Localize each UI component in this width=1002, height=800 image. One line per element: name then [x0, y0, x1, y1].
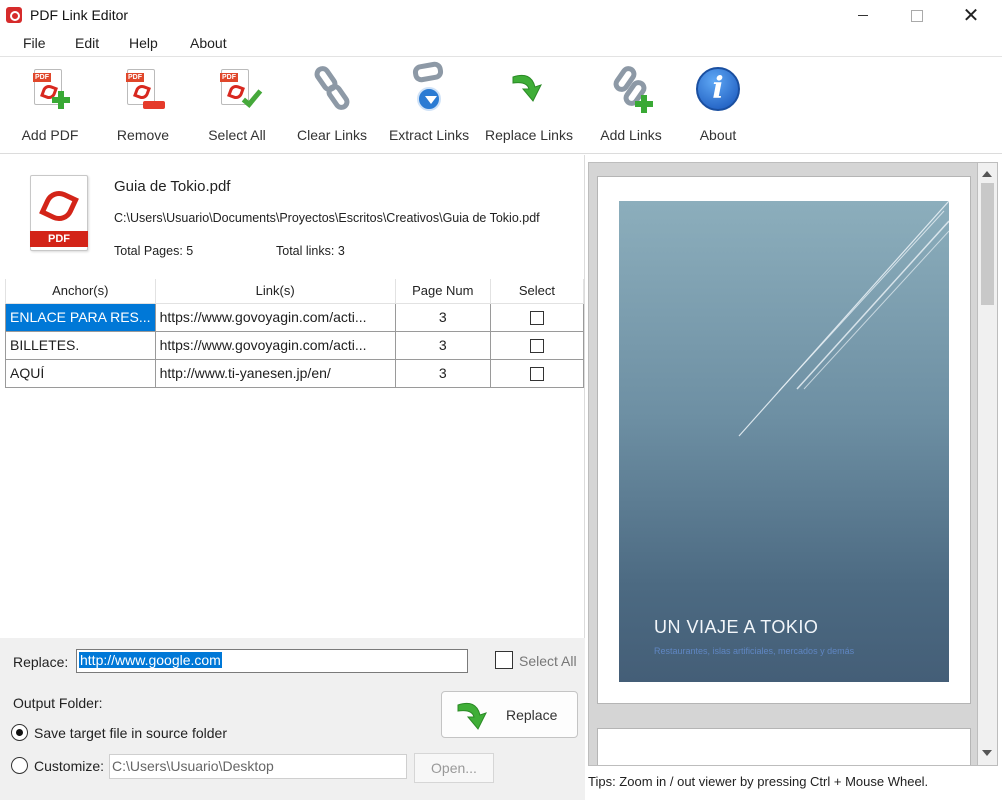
menu-bar: File Edit Help About	[0, 31, 1002, 56]
select-cell	[489, 358, 585, 388]
row-select-checkbox[interactable]	[529, 311, 544, 326]
scroll-up-arrow-icon[interactable]	[982, 171, 992, 177]
page-cell: 3	[394, 358, 491, 388]
pdf-file-icon: PDF	[30, 175, 92, 253]
select-all-checkbox-label[interactable]: Select All	[519, 653, 577, 669]
clear-links-label: Clear Links	[296, 127, 368, 143]
select-all-button[interactable]: PDF Select All	[208, 63, 266, 149]
link-cell[interactable]: http://www.ti-yanesen.jp/en/	[154, 358, 396, 388]
remove-pdf-icon: PDF	[117, 63, 169, 115]
file-path: C:\Users\Usuario\Documents\Proyectos\Esc…	[114, 211, 540, 225]
preview-scrollbar[interactable]	[978, 162, 998, 766]
replace-arrow-icon	[454, 695, 498, 735]
table-header: Anchor(s) Link(s) Page Num Select	[5, 279, 585, 304]
total-links: Total links: 3	[276, 244, 345, 258]
menu-help[interactable]: Help	[129, 35, 158, 51]
total-pages: Total Pages: 5	[114, 244, 194, 258]
link-cell[interactable]: https://www.govoyagin.com/acti...	[154, 302, 396, 332]
extract-links-button[interactable]: Extract Links	[388, 60, 470, 149]
replace-links-label: Replace Links	[485, 127, 573, 143]
remove-label: Remove	[116, 127, 170, 143]
select-cell	[489, 302, 585, 332]
pdf-preview[interactable]: UN VIAJE A TOKIO Restaurantes, islas art…	[588, 162, 978, 766]
replace-url-value: http://www.google.com	[79, 652, 222, 668]
replace-links-button[interactable]: Replace Links	[485, 63, 573, 149]
info-icon: i	[692, 63, 744, 115]
anchor-cell[interactable]: BILLETES.	[5, 330, 156, 360]
file-panel: PDF Guia de Tokio.pdf C:\Users\Usuario\D…	[0, 155, 585, 638]
add-pdf-icon: PDF	[24, 63, 76, 115]
maximize-button[interactable]	[894, 0, 940, 31]
column-header-page[interactable]: Page Num	[394, 279, 491, 304]
clear-links-button[interactable]: Clear Links	[296, 62, 368, 149]
toolbar: PDF Add PDF PDF Remove PDF Select All Cl…	[0, 56, 1002, 154]
about-label: About	[699, 127, 737, 143]
row-select-checkbox[interactable]	[529, 367, 544, 382]
link-cell[interactable]: https://www.govoyagin.com/acti...	[154, 330, 396, 360]
anchor-cell[interactable]: AQUÍ	[5, 358, 156, 388]
cover-subtitle: Restaurantes, islas artificiales, mercad…	[654, 646, 855, 656]
minimize-button[interactable]	[840, 0, 886, 31]
cover-image: UN VIAJE A TOKIO Restaurantes, islas art…	[619, 201, 949, 682]
replace-button[interactable]: Replace	[441, 691, 578, 738]
remove-button[interactable]: PDF Remove	[115, 63, 171, 149]
table-row[interactable]: ENLACE PARA RES... https://www.govoyagin…	[5, 302, 585, 332]
extract-links-icon	[403, 60, 455, 115]
cover-title: UN VIAJE A TOKIO	[654, 617, 819, 637]
replace-button-label: Replace	[506, 706, 558, 723]
select-cell	[489, 330, 585, 360]
replace-url-input[interactable]: http://www.google.com	[76, 649, 468, 673]
page-cell: 3	[394, 330, 491, 360]
clear-links-icon	[306, 62, 358, 115]
select-all-icon: PDF	[211, 63, 263, 115]
about-button[interactable]: i About	[692, 63, 744, 149]
menu-about[interactable]: About	[190, 35, 227, 51]
menu-file[interactable]: File	[23, 35, 46, 51]
options-panel: Replace: http://www.google.com Select Al…	[0, 638, 585, 800]
title-bar: PDF Link Editor ✕	[0, 0, 1002, 31]
replace-links-icon	[503, 63, 555, 115]
file-name: Guia de Tokio.pdf	[114, 178, 231, 195]
app-logo-icon	[6, 7, 22, 23]
preview-next-page	[597, 728, 971, 765]
open-folder-button[interactable]: Open...	[414, 753, 494, 783]
select-all-checkbox[interactable]	[495, 651, 513, 669]
add-pdf-label: Add PDF	[21, 127, 79, 143]
table-row[interactable]: BILLETES. https://www.govoyagin.com/acti…	[5, 330, 585, 360]
add-links-label: Add Links	[600, 127, 662, 143]
output-folder-label: Output Folder:	[13, 695, 103, 711]
add-pdf-button[interactable]: PDF Add PDF	[22, 63, 78, 149]
links-table: Anchor(s) Link(s) Page Num Select ENLACE…	[5, 279, 585, 388]
column-header-anchor[interactable]: Anchor(s)	[5, 279, 156, 304]
add-links-icon	[605, 62, 657, 115]
source-folder-radio-label[interactable]: Save target file in source folder	[34, 725, 227, 741]
anchor-cell[interactable]: ENLACE PARA RES...	[5, 302, 156, 332]
source-folder-radio[interactable]	[11, 724, 28, 741]
scroll-thumb[interactable]	[981, 183, 994, 305]
add-links-button[interactable]: Add Links	[599, 62, 663, 149]
customize-radio[interactable]	[11, 757, 28, 774]
select-all-label: Select All	[208, 127, 266, 143]
page-cell: 3	[394, 302, 491, 332]
preview-page: UN VIAJE A TOKIO Restaurantes, islas art…	[597, 176, 971, 704]
custom-folder-input[interactable]: C:\Users\Usuario\Desktop	[109, 754, 407, 779]
column-header-link[interactable]: Link(s)	[154, 279, 396, 304]
column-header-select[interactable]: Select	[489, 279, 585, 304]
scroll-down-arrow-icon[interactable]	[982, 750, 992, 756]
menu-edit[interactable]: Edit	[75, 35, 99, 51]
row-select-checkbox[interactable]	[529, 339, 544, 354]
tips-text: Tips: Zoom in / out viewer by pressing C…	[588, 774, 929, 789]
customize-radio-label[interactable]: Customize:	[34, 758, 104, 774]
extract-links-label: Extract Links	[388, 127, 470, 143]
replace-label: Replace:	[13, 654, 69, 670]
table-row[interactable]: AQUÍ http://www.ti-yanesen.jp/en/ 3	[5, 358, 585, 388]
window-title: PDF Link Editor	[30, 7, 129, 23]
close-button[interactable]: ✕	[948, 0, 994, 31]
